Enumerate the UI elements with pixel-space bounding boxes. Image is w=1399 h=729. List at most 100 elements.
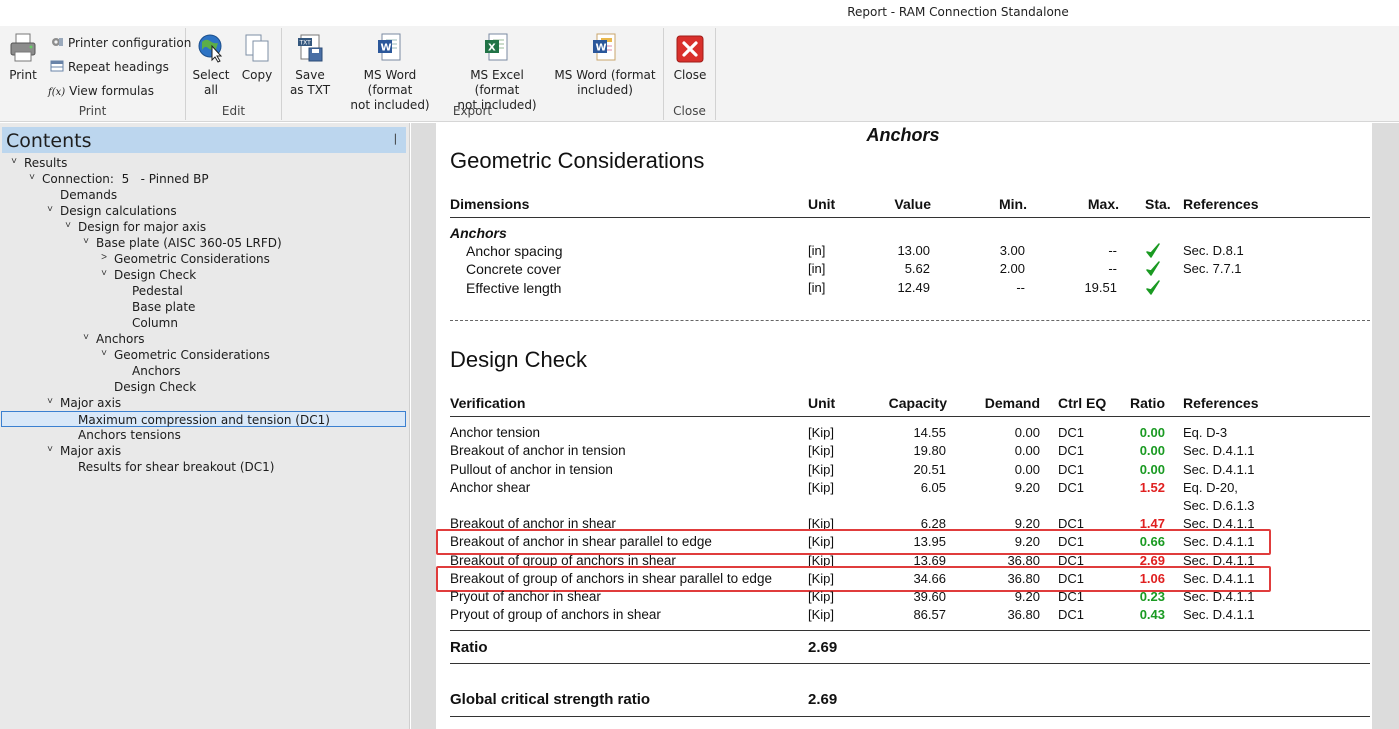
check-icon <box>1146 243 1160 258</box>
tree-item[interactable]: Connection: 5 - Pinned BP <box>42 171 209 187</box>
save-as-txt-label-2: as TXT <box>289 83 331 97</box>
svg-text:W: W <box>596 43 607 54</box>
anchors-group-label: Anchors <box>450 225 507 241</box>
copy-label: Copy <box>241 68 273 82</box>
close-group: Close Close <box>664 28 716 120</box>
repeat-headings-button[interactable]: Repeat headings <box>50 58 169 76</box>
globe-cursor-icon <box>196 32 226 64</box>
select-all-label-1: Select <box>192 68 230 82</box>
col-sta: Sta. <box>1145 196 1171 212</box>
verification-ratio: 0.00 <box>1139 443 1165 458</box>
svg-text:TXT: TXT <box>299 40 312 47</box>
verification-ratio: 0.00 <box>1139 462 1165 477</box>
print-group: Print Printer configuration Repeat headi… <box>0 28 191 120</box>
edit-group: Select all Copy Edit <box>186 28 282 120</box>
tree-item[interactable]: Design for major axis <box>78 219 206 235</box>
dimension-name: Effective length <box>466 280 562 296</box>
tree-item[interactable]: Geometric Considerations <box>114 251 270 267</box>
print-button[interactable]: Print <box>4 32 42 83</box>
tree-item[interactable]: Pedestal <box>132 283 183 299</box>
select-all-button[interactable]: Select all <box>192 32 230 98</box>
contents-title: Contents <box>6 130 92 152</box>
tree-toggle-icon[interactable]: ˅ <box>80 236 92 247</box>
ms-word-formatted-label-1: MS Word (format <box>554 68 656 82</box>
tree-item[interactable]: Anchors <box>96 331 145 347</box>
ms-word-label-1: MS Word (format <box>363 68 417 97</box>
ms-excel-label-1: MS Excel (format <box>470 68 524 97</box>
tree-item[interactable]: Anchors <box>132 363 181 379</box>
tree-item[interactable]: Major axis <box>60 443 121 459</box>
tree-toggle-icon[interactable]: ˅ <box>44 396 56 407</box>
tree-item[interactable]: Design Check <box>114 267 196 283</box>
ms-excel-export-button[interactable]: X MS Excel (format not included) <box>446 32 548 113</box>
save-as-txt-label-1: Save <box>295 68 325 82</box>
save-txt-icon: TXT <box>295 32 325 64</box>
svg-text:W: W <box>381 43 392 54</box>
dimension-name: Anchor spacing <box>466 243 563 259</box>
dimension-max: -- <box>1108 261 1117 276</box>
verification-reference: Eq. D-3 <box>1183 425 1228 440</box>
ratio-value: 2.69 <box>808 639 838 656</box>
copy-icon <box>242 32 272 64</box>
tree-item[interactable]: Design calculations <box>60 203 177 219</box>
verification-ratio: 0.23 <box>1139 589 1165 604</box>
ratio-label: Ratio <box>450 639 488 656</box>
tree-toggle-icon[interactable]: ˅ <box>44 204 56 215</box>
edit-group-label: Edit <box>221 104 246 118</box>
tree-item[interactable]: Results <box>24 155 67 171</box>
view-formulas-button[interactable]: f(x) View formulas <box>48 82 154 100</box>
tree-item[interactable]: Anchors tensions <box>78 427 181 443</box>
tree-toggle-icon[interactable]: ˅ <box>98 268 110 279</box>
col-max: Max. <box>1087 196 1119 212</box>
ms-word-formatted-export-button[interactable]: W MS Word (format included) <box>554 32 656 98</box>
copy-button[interactable]: Copy <box>238 32 276 83</box>
tree-item[interactable]: Demands <box>60 187 117 203</box>
dimension-name: Concrete cover <box>466 261 561 277</box>
verification-reference: Sec. D.4.1.1 <box>1183 607 1255 622</box>
tree-item[interactable]: Design Check <box>114 379 196 395</box>
ms-word-formatted-icon: W <box>590 32 620 64</box>
global-divider <box>450 716 1370 717</box>
verification-reference-cont: Sec. D.6.1.3 <box>1183 498 1255 513</box>
verification-reference: Sec. D.4.1.1 <box>1183 589 1255 604</box>
close-button[interactable]: Close <box>670 32 710 83</box>
tree-item[interactable]: Base plate <box>132 299 195 315</box>
report-window: Report - RAM Connection Standalone Print <box>0 0 1399 729</box>
ms-excel-icon: X <box>482 32 512 64</box>
tree-item[interactable]: Column <box>132 315 178 331</box>
tree-toggle-icon[interactable]: ˅ <box>26 172 38 183</box>
pin-icon[interactable]: ❘ <box>391 132 400 145</box>
verification-name: Anchor tension <box>450 425 541 440</box>
table-icon <box>50 59 64 72</box>
export-group-label: Export <box>452 104 493 118</box>
header-divider <box>450 416 1370 417</box>
verification-ratio: 0.00 <box>1139 425 1165 440</box>
export-group: TXT Save as TXT W MS Word (format not in… <box>282 28 664 120</box>
tree-toggle-icon[interactable]: ˅ <box>98 348 110 359</box>
tree-toggle-icon[interactable]: ˅ <box>44 444 56 455</box>
ribbon-toolbar: Print Printer configuration Repeat headi… <box>0 26 1399 122</box>
verification-name: Pullout of anchor in tension <box>450 462 613 477</box>
col-references: References <box>1183 196 1259 212</box>
tree-item[interactable]: Results for shear breakout (DC1) <box>78 459 274 475</box>
printer-configuration-label: Printer configuration <box>68 36 192 50</box>
verification-ratio: 0.43 <box>1139 607 1165 622</box>
ms-word-export-button[interactable]: W MS Word (format not included) <box>340 32 440 113</box>
tree-item[interactable]: Maximum compression and tension (DC1) <box>1 411 406 427</box>
tree-item[interactable]: Geometric Considerations <box>114 347 270 363</box>
printer-configuration-button[interactable]: Printer configuration <box>50 34 191 52</box>
save-as-txt-button[interactable]: TXT Save as TXT <box>288 32 332 98</box>
gear-icon <box>50 35 64 47</box>
check-icon <box>1146 261 1160 276</box>
tree-toggle-icon[interactable]: ˅ <box>62 220 74 231</box>
tree-toggle-icon[interactable]: ˅ <box>80 332 92 343</box>
verification-name: Breakout of anchor in tension <box>450 443 626 458</box>
tree-toggle-icon[interactable]: > <box>98 252 110 263</box>
tree-toggle-icon[interactable]: ˅ <box>8 156 20 167</box>
ms-word-icon: W <box>375 32 405 64</box>
close-icon <box>675 32 705 64</box>
col-dimensions: Dimensions <box>450 196 530 212</box>
tree-item[interactable]: Base plate (AISC 360-05 LRFD) <box>96 235 282 251</box>
col-references: References <box>1183 395 1259 411</box>
tree-item[interactable]: Major axis <box>60 395 121 411</box>
